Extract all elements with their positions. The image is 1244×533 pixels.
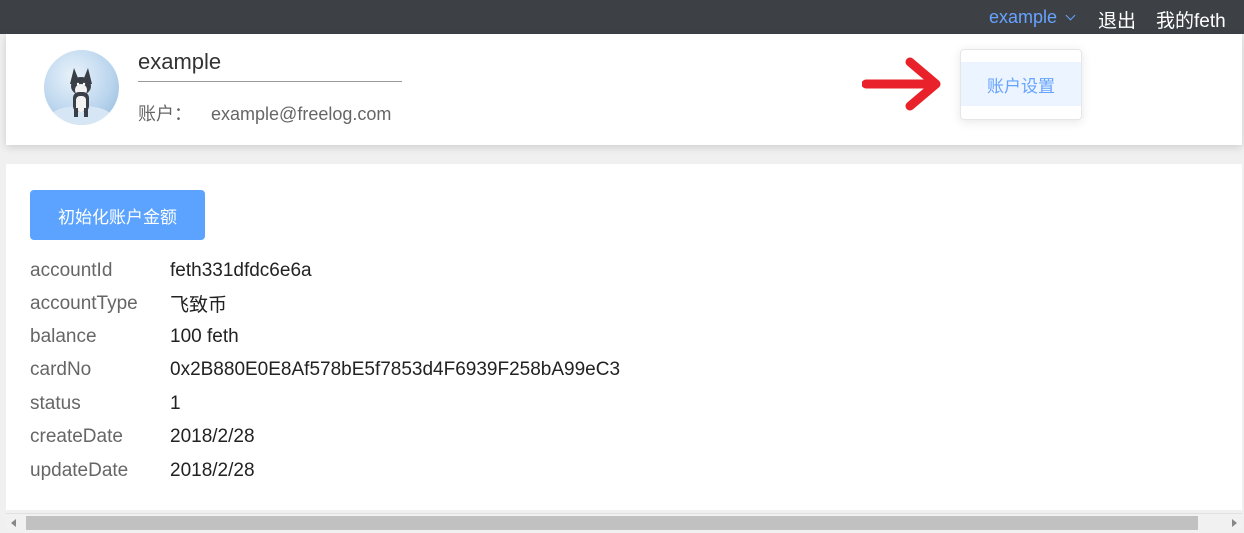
field-row-balance: balance 100 feth [30,320,239,353]
logout-link[interactable]: 退出 [1098,6,1136,33]
field-key: createDate [30,425,123,447]
field-row-update-date: updateDate 2018/2/28 [30,454,255,487]
field-key: cardNo [30,358,92,380]
scrollbar-thumb[interactable] [26,516,1198,530]
field-value: 0x2B880E0E8Af578bE5f7853d4F6939F258bA99e… [170,358,621,380]
field-row-account-type: accountType 飞致币 [30,287,227,320]
user-dropdown-menu: 账户设置 [960,49,1082,120]
field-value: 飞致币 [170,295,228,316]
field-value: feth331dfdc6e6a [170,259,312,281]
field-value: 2018/2/28 [170,459,255,481]
account-label: 账户： [138,104,192,124]
field-value: 100 feth [170,325,239,347]
horizontal-scrollbar[interactable] [6,513,1242,532]
field-key: updateDate [30,459,129,481]
scroll-right-icon[interactable] [1232,519,1237,527]
field-value: 1 [170,392,181,414]
profile-account: 账户： example@freelog.com [138,100,391,126]
user-menu-trigger[interactable]: example [989,7,1076,28]
profile-username: example [138,49,402,82]
annotation-arrow-icon [862,57,941,111]
avatar [44,50,119,125]
field-key: accountId [30,259,113,281]
scroll-left-icon[interactable] [11,519,16,527]
dropdown-item-account-settings[interactable]: 账户设置 [961,62,1081,106]
top-nav-bar: example 退出 我的feth [0,0,1244,34]
field-row-card-no: cardNo 0x2B880E0E8Af578bE5f7853d4F6939F2… [30,353,620,386]
user-menu-label: example [989,7,1058,27]
init-account-balance-button[interactable]: 初始化账户金额 [30,190,205,240]
husky-photo-icon [51,68,111,125]
field-row-status: status 1 [30,387,181,420]
account-email: example@freelog.com [211,104,392,124]
field-row-account-id: accountId feth331dfdc6e6a [30,254,312,287]
field-row-create-date: createDate 2018/2/28 [30,420,255,453]
field-key: accountType [30,292,138,314]
account-details-card: 初始化账户金额 accountId feth331dfdc6e6a accoun… [6,164,1242,510]
field-key: status [30,392,81,414]
field-key: balance [30,325,97,347]
field-value: 2018/2/28 [170,425,255,447]
chevron-down-icon [1065,10,1076,20]
my-feth-link[interactable]: 我的feth [1156,6,1226,33]
